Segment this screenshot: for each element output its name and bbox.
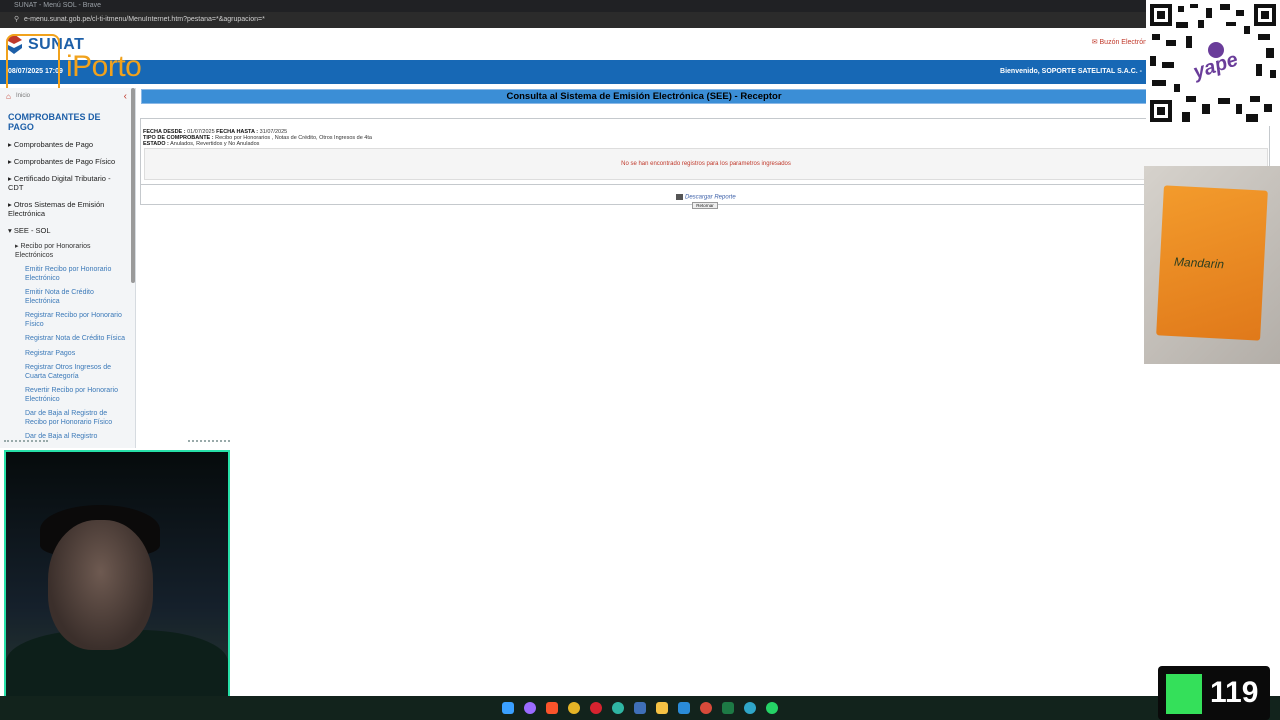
sidebar-menu: ⌂ Inicio ‹ COMPROBANTES DE PAGO ▸ Compro… <box>0 88 136 448</box>
no-results-message: No se han encontrado registros para los … <box>144 148 1268 180</box>
welcome-text: Bienvenido, SOPORTE SATELITAL S.A.C. - <box>1000 68 1142 75</box>
buzon-electronico-link[interactable]: ✉ Buzón Electrón <box>1092 38 1147 46</box>
sidebar-subitem-recibo[interactable]: ▸ Recibo por Honorarios Electrónicos <box>0 239 135 263</box>
url-text[interactable]: e-menu.sunat.gob.pe/cl-ti-itmenu/MenuInt… <box>24 16 265 23</box>
folder-icon[interactable] <box>656 702 668 714</box>
start-icon[interactable] <box>502 702 514 714</box>
excel-icon <box>676 194 683 200</box>
window-title: SUNAT - Menú SOL - Brave <box>14 2 102 9</box>
product-label: Mandarin <box>1173 254 1225 272</box>
app-icon[interactable] <box>634 702 646 714</box>
screen: SUNAT - Menú SOL - Brave ⚲ e-menu.sunat.… <box>0 0 1280 720</box>
sidebar-link[interactable]: Registrar Nota de Crédito Física <box>0 332 135 347</box>
divider <box>141 184 1269 185</box>
webcam-person-face <box>48 520 153 650</box>
sidebar-item-otros-sistemas[interactable]: ▸ Otros Sistemas de Emisión Electrónica <box>0 196 135 222</box>
home-icon[interactable]: ⌂ <box>6 93 14 101</box>
excel-app-icon[interactable] <box>722 702 734 714</box>
whatsapp-icon[interactable] <box>766 702 778 714</box>
sidebar-link[interactable]: Dar de Baja al Registro de Recibo por Ho… <box>0 407 135 430</box>
collapse-sidebar-icon[interactable]: ‹ <box>124 91 127 102</box>
sidebar-link[interactable]: Registrar Pagos <box>0 347 135 362</box>
sidebar-section-title: COMPROBANTES DE PAGO <box>8 112 101 132</box>
edge-icon[interactable] <box>612 702 624 714</box>
overlay-brand: iPorto <box>66 50 142 83</box>
download-report-link[interactable]: Descargar Reporte <box>676 194 736 201</box>
address-bar[interactable]: ⚲ e-menu.sunat.gob.pe/cl-ti-itmenu/MenuI… <box>0 12 1280 28</box>
sidebar-link[interactable]: Registrar Otros Ingresos de Cuarta Categ… <box>0 361 135 384</box>
session-bar: 08/07/2025 17:09 Bienvenido, SOPORTE SAT… <box>0 60 1280 84</box>
copilot-icon[interactable] <box>524 702 536 714</box>
brave-icon[interactable] <box>546 702 558 714</box>
sidebar-link[interactable]: Emitir Nota de Crédito Electrónica <box>0 286 135 309</box>
filter-summary: FECHA DESDE : 01/07/2025 FECHA HASTA : 3… <box>143 129 372 147</box>
sidebar-item-comprobantes-fisico[interactable]: ▸ Comprobantes de Pago Físico <box>0 153 135 170</box>
mail-icon: ✉ <box>1091 39 1098 46</box>
chrome-icon[interactable] <box>568 702 580 714</box>
sidebar-top: ⌂ Inicio ‹ <box>0 88 135 106</box>
sidebar-link[interactable]: Emitir Recibo por Honorario Electrónico <box>0 263 135 286</box>
back-button[interactable]: Retornar <box>692 202 718 209</box>
sidebar-link[interactable]: Revertir Recibo por Honorario Electrónic… <box>0 384 135 407</box>
site-info-icon[interactable]: ⚲ <box>14 12 22 28</box>
viewer-count: 119 <box>1210 676 1259 709</box>
vscode-icon[interactable] <box>678 702 690 714</box>
edge-alt-icon[interactable] <box>744 702 756 714</box>
chrome-alt-icon[interactable] <box>700 702 712 714</box>
sidebar-scrollbar[interactable] <box>131 88 135 283</box>
page-title: Consulta al Sistema de Emisión Electróni… <box>141 89 1147 104</box>
browser-title-bar: SUNAT - Menú SOL - Brave <box>0 0 1280 12</box>
opera-icon[interactable] <box>590 702 602 714</box>
sidebar-item-see-sol[interactable]: ▾ SEE - SOL <box>0 222 135 239</box>
home-label[interactable]: Inicio <box>16 93 30 99</box>
overlay-dots-top-right <box>188 440 230 442</box>
sidebar-item-comprobantes[interactable]: ▸ Comprobantes de Pago <box>0 136 135 153</box>
overlay-dots-top <box>4 440 48 442</box>
sidebar-link[interactable]: Dar de Baja al Registro <box>0 430 135 445</box>
kick-icon <box>1166 674 1202 714</box>
sunat-header: SUNAT ✉ Buzón Electrón <box>0 28 1280 60</box>
sidebar-item-cdt[interactable]: ▸ Certificado Digital Tributario - CDT <box>0 170 135 196</box>
sidebar-link[interactable]: Registrar Recibo por Honorario Físico <box>0 309 135 332</box>
